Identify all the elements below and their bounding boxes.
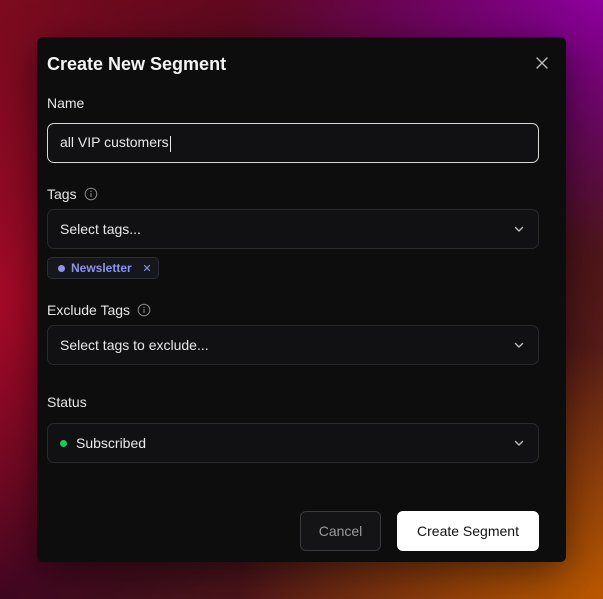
status-value: Subscribed [76, 435, 147, 451]
name-input-text: all VIP customers [60, 134, 169, 151]
chevron-down-icon [512, 222, 526, 236]
remove-tag-icon[interactable] [142, 263, 152, 273]
tag-chip-label: Newsletter [71, 261, 132, 275]
name-input-value: all VIP customers [60, 134, 526, 152]
text-caret [169, 135, 171, 152]
tags-select-placeholder: Select tags... [60, 221, 141, 237]
close-icon [536, 57, 548, 69]
name-label-text: Name [47, 95, 85, 111]
cancel-button[interactable]: Cancel [300, 511, 381, 551]
tag-color-dot [58, 264, 65, 272]
status-dot [60, 439, 67, 447]
create-segment-button[interactable]: Create Segment [397, 511, 539, 551]
chevron-down-icon [512, 338, 526, 352]
name-input[interactable]: all VIP customers [47, 123, 539, 163]
exclude-tags-placeholder: Select tags to exclude... [60, 337, 209, 353]
status-label: Status [47, 394, 87, 410]
exclude-tags-label: Exclude Tags [47, 302, 151, 318]
close-button[interactable] [534, 55, 550, 71]
exclude-tags-select[interactable]: Select tags to exclude... [47, 325, 539, 365]
chevron-down-icon [512, 436, 526, 450]
info-icon[interactable] [137, 303, 151, 317]
exclude-tags-label-text: Exclude Tags [47, 302, 131, 318]
info-icon[interactable] [84, 187, 98, 201]
dialog-title: Create New Segment [47, 54, 227, 74]
tag-chip-newsletter: Newsletter [47, 257, 159, 279]
name-label: Name [47, 95, 84, 111]
create-segment-dialog: Create New Segment Name all VIP customer… [37, 37, 566, 562]
tags-label: Tags [47, 186, 98, 202]
tags-label-text: Tags [47, 186, 77, 202]
status-label-text: Status [47, 394, 87, 410]
status-select[interactable]: Subscribed [47, 423, 539, 463]
tags-select[interactable]: Select tags... [47, 209, 539, 249]
